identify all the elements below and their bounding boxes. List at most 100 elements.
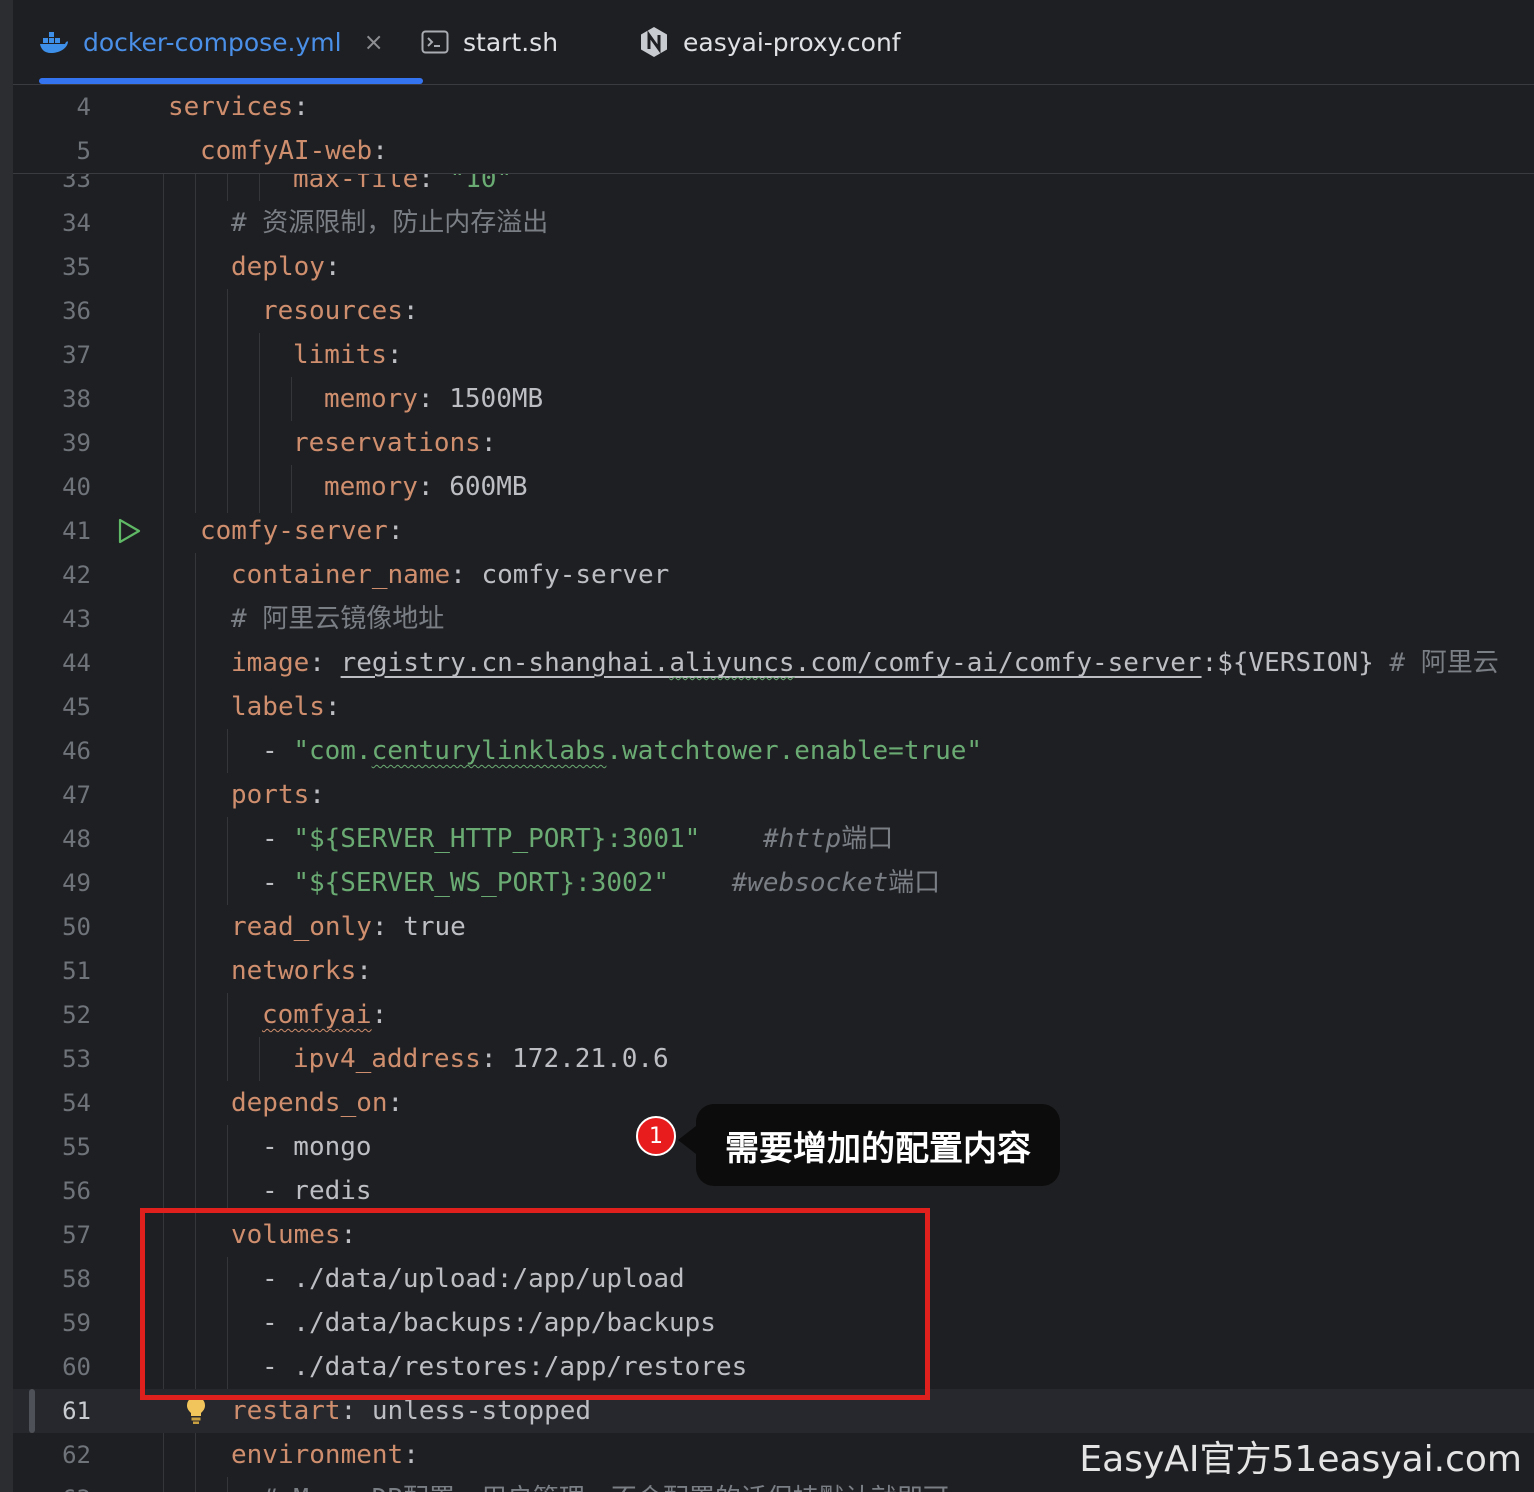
line-number: 39 <box>62 429 91 457</box>
line-number: 62 <box>62 1441 91 1469</box>
line-number: 56 <box>62 1177 91 1205</box>
code-line: 53 ipv4_address: 172.21.0.6 <box>13 1037 1534 1081</box>
line-number: 54 <box>62 1089 91 1117</box>
code-line: 50 read_only: true <box>13 905 1534 949</box>
code-line: 40 memory: 600MB <box>13 465 1534 509</box>
code-line: 43 # 阿里云镜像地址 <box>13 597 1534 641</box>
code-line: 51 networks: <box>13 949 1534 993</box>
line-number: 45 <box>62 693 91 721</box>
yaml-value: comfy-server <box>481 560 670 590</box>
lightbulb-icon[interactable] <box>185 1395 207 1429</box>
code-line: 45 labels: <box>13 685 1534 729</box>
tab-label: start.sh <box>463 27 559 57</box>
code-comment: # 资源限制，防止内存溢出 <box>231 208 549 238</box>
url-part: registry.cn-shanghai. <box>340 648 670 678</box>
yaml-key: comfyai <box>262 1000 372 1030</box>
yaml-key: reservations <box>293 428 481 458</box>
yaml-key: limits <box>293 340 387 370</box>
yaml-value: "com. <box>293 736 372 766</box>
code-line: 47 ports: <box>13 773 1534 817</box>
code-line: 49 - "${SERVER_WS_PORT}:3002" #websocket… <box>13 861 1534 905</box>
yaml-key: restart <box>231 1396 341 1426</box>
url-part: aliyuncs <box>669 648 795 678</box>
yaml-key: ipv4_address <box>293 1044 481 1074</box>
line-number: 37 <box>62 341 91 369</box>
yaml-value: "10" <box>449 173 513 194</box>
code-line: 33 max-file: "10" <box>13 173 1534 201</box>
yaml-key: resources <box>262 296 403 326</box>
yaml-value: centurylinklabs <box>371 736 607 766</box>
image-url[interactable]: registry.cn-shanghai.aliyuncs.com/comfy-… <box>341 648 1202 678</box>
tab-label: easyai-proxy.conf <box>683 27 901 57</box>
annotation-callout: 需要增加的配置内容 <box>678 1104 1060 1186</box>
run-service-icon[interactable] <box>116 509 142 553</box>
yaml-key: services <box>168 92 294 122</box>
yaml-key: environment <box>231 1440 404 1470</box>
yaml-value: 1500MB <box>449 384 544 414</box>
line-number: 33 <box>62 173 91 193</box>
line-number: 59 <box>62 1309 91 1337</box>
line-number: 47 <box>62 781 91 809</box>
code-line: 46 - "com.centurylinklabs.watchtower.ena… <box>13 729 1534 773</box>
line-number: 58 <box>62 1265 91 1293</box>
yaml-key: deploy <box>231 252 325 282</box>
line-number: 40 <box>62 473 91 501</box>
code-comment: #http <box>762 824 842 854</box>
list-dash: - <box>262 824 294 854</box>
tab-start-sh[interactable]: start.sh <box>421 0 558 84</box>
highlight-box <box>140 1208 930 1400</box>
line-number: 63 <box>13 1477 91 1492</box>
line-number: 38 <box>62 385 91 413</box>
line-number: 34 <box>62 209 91 237</box>
code-line: 39 reservations: <box>13 421 1534 465</box>
yaml-value: unless-stopped <box>371 1396 592 1426</box>
line-number: 48 <box>62 825 91 853</box>
code-line: 34 # 资源限制，防止内存溢出 <box>13 201 1534 245</box>
sticky-scope-header: 4 services: 5 comfyAI-web: <box>13 85 1534 174</box>
yaml-key: max-file <box>293 173 419 194</box>
tab-docker-compose[interactable]: docker-compose.yml × <box>39 0 423 84</box>
code-line: 41 comfy-server: <box>13 509 1534 553</box>
yaml-value: "${SERVER_WS_PORT}:3002" <box>293 868 669 898</box>
line-number: 53 <box>62 1045 91 1073</box>
yaml-value: true <box>403 912 466 942</box>
nginx-icon <box>639 26 669 58</box>
yaml-key: comfy-server <box>200 516 388 546</box>
line-number: 36 <box>62 297 91 325</box>
step-badge: 1 <box>636 1116 676 1156</box>
code-line: 35 deploy: <box>13 245 1534 289</box>
list-dash: - <box>262 736 294 766</box>
close-icon[interactable]: × <box>364 28 384 56</box>
yaml-key: depends_on <box>231 1088 388 1118</box>
line-number: 46 <box>62 737 91 765</box>
code-comment: 端口 <box>888 868 941 898</box>
yaml-key: container_name <box>231 560 451 590</box>
line-number: 52 <box>62 1001 91 1029</box>
code-line: 52 comfyai: <box>13 993 1534 1037</box>
code-comment: #websocket <box>731 868 889 898</box>
code-line: 38 memory: 1500MB <box>13 377 1534 421</box>
url-part: .com/comfy-ai/comfy-server <box>794 648 1202 678</box>
yaml-key: read_only <box>231 912 372 942</box>
tab-easyai-proxy[interactable]: easyai-proxy.conf <box>639 0 901 84</box>
yaml-key: memory <box>324 384 418 414</box>
yaml-key: image <box>231 648 310 678</box>
code-line: 48 - "${SERVER_HTTP_PORT}:3001" #http端口 <box>13 817 1534 861</box>
yaml-value: "${SERVER_HTTP_PORT}:3001" <box>293 824 701 854</box>
code-comment: # 阿里云 <box>1389 648 1499 678</box>
code-line: 5 comfyAI-web: <box>13 129 1534 173</box>
yaml-key: ports <box>231 780 310 810</box>
code-line: 44 image: registry.cn-shanghai.aliyuncs.… <box>13 641 1534 685</box>
line-number: 4 <box>76 93 91 121</box>
code-line: 4 services: <box>13 85 1534 129</box>
line-number: 55 <box>62 1133 91 1161</box>
yaml-key: comfyAI-web <box>200 136 373 166</box>
yaml-value: .watchtower.enable=true" <box>606 736 983 766</box>
list-dash: - <box>262 868 294 898</box>
watermark: EasyAI官方51easyai.com <box>1079 1439 1522 1480</box>
line-number: 41 <box>62 517 91 545</box>
line-number: 5 <box>76 137 91 165</box>
line-number: 50 <box>62 913 91 941</box>
editor-tab-bar: docker-compose.yml × start.sh easyai-pro… <box>13 0 1534 85</box>
code-line: 42 container_name: comfy-server <box>13 553 1534 597</box>
